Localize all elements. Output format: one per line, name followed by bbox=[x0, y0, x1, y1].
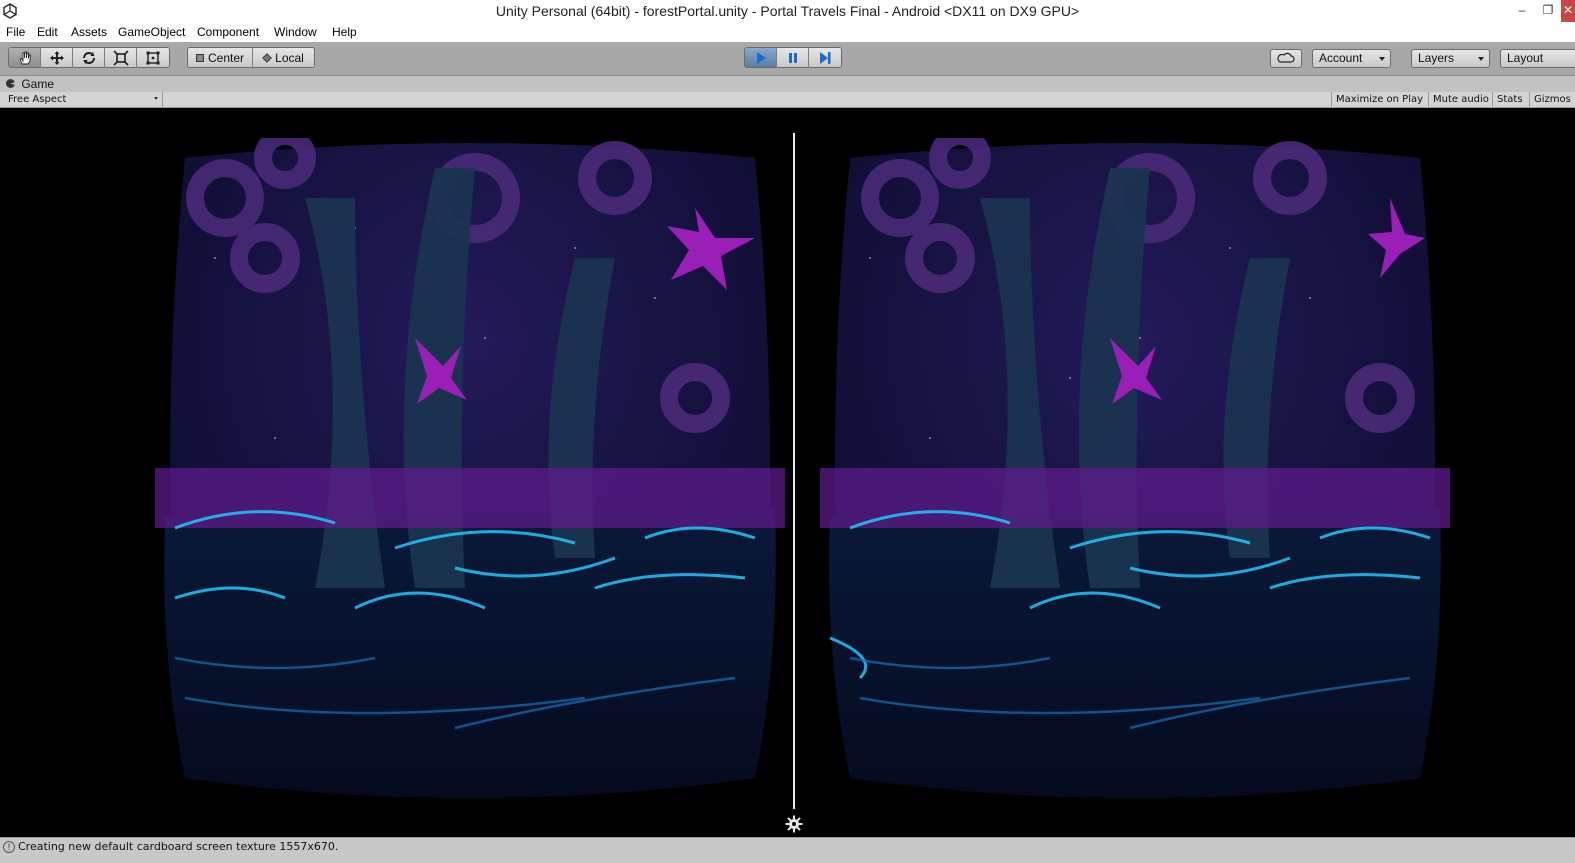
info-icon: ! bbox=[3, 841, 15, 853]
close-button[interactable]: ✕ bbox=[1561, 0, 1575, 22]
pivot-toggles: Center Local bbox=[187, 47, 315, 68]
scale-icon bbox=[112, 49, 129, 66]
pause-icon bbox=[788, 52, 797, 63]
game-pacman-icon bbox=[6, 79, 15, 88]
aspect-label: Free Aspect bbox=[8, 94, 67, 105]
menu-window[interactable]: Window bbox=[274, 25, 317, 39]
local-cube-icon bbox=[262, 52, 272, 63]
account-chevron-down-icon bbox=[1379, 57, 1385, 61]
stats-toggle[interactable]: Stats bbox=[1492, 92, 1527, 107]
pause-button[interactable] bbox=[777, 48, 809, 67]
gizmos-dropdown[interactable]: Gizmos bbox=[1529, 92, 1575, 107]
minimize-button[interactable]: – bbox=[1509, 0, 1535, 22]
window-titlebar: Unity Personal (64bit) - forestPortal.un… bbox=[0, 0, 1575, 22]
main-toolbar: Center Local Account Layers Layout bbox=[0, 42, 1575, 76]
play-icon bbox=[756, 51, 766, 64]
maximize-on-play-toggle[interactable]: Maximize on Play bbox=[1331, 92, 1427, 107]
menu-gameobject[interactable]: GameObject bbox=[118, 25, 185, 39]
step-button[interactable] bbox=[809, 48, 841, 67]
status-bar: ! Creating new default cardboard screen … bbox=[0, 837, 1575, 863]
pivot-icon bbox=[195, 53, 204, 62]
hand-icon bbox=[18, 51, 31, 64]
play-controls bbox=[744, 47, 842, 68]
account-dropdown[interactable]: Account bbox=[1312, 49, 1391, 68]
move-tool-button[interactable] bbox=[41, 48, 73, 67]
pivot-local-label: Local bbox=[275, 50, 304, 65]
layers-dropdown[interactable]: Layers bbox=[1411, 49, 1490, 68]
layout-label: Layout bbox=[1507, 51, 1544, 65]
account-label: Account bbox=[1319, 51, 1363, 65]
move-icon bbox=[49, 50, 64, 65]
play-button[interactable] bbox=[745, 48, 777, 67]
stereo-divider-line bbox=[793, 133, 795, 809]
scale-tool-button[interactable] bbox=[105, 48, 137, 67]
rotate-tool-button[interactable] bbox=[73, 48, 105, 67]
menu-edit[interactable]: Edit bbox=[37, 25, 58, 39]
cloud-button[interactable] bbox=[1270, 49, 1302, 68]
cloud-icon bbox=[1277, 52, 1295, 63]
tab-game[interactable]: Game bbox=[6, 77, 54, 91]
status-message[interactable]: Creating new default cardboard screen te… bbox=[18, 840, 338, 853]
game-tab-bar: Game bbox=[0, 76, 1575, 92]
menu-assets[interactable]: Assets bbox=[71, 25, 107, 39]
game-view-toolbar: Free Aspect Maximize on Play Mute audio … bbox=[0, 92, 1575, 108]
pivot-local-button[interactable]: Local bbox=[253, 48, 314, 67]
menu-component[interactable]: Component bbox=[197, 25, 259, 39]
mute-audio-toggle[interactable]: Mute audio bbox=[1428, 92, 1493, 107]
rotate-icon bbox=[82, 51, 95, 64]
pivot-center-button[interactable]: Center bbox=[188, 48, 253, 67]
tab-game-label: Game bbox=[21, 77, 55, 91]
layers-chevron-down-icon bbox=[1478, 57, 1484, 61]
layout-dropdown[interactable]: Layout bbox=[1500, 49, 1575, 68]
left-eye-render bbox=[155, 138, 785, 798]
rect-icon bbox=[146, 51, 160, 64]
window-title: Unity Personal (64bit) - forestPortal.un… bbox=[495, 3, 1080, 19]
hand-tool-button[interactable] bbox=[9, 48, 41, 67]
settings-gear-icon[interactable] bbox=[785, 815, 803, 833]
aspect-dropdown[interactable]: Free Aspect bbox=[0, 92, 163, 107]
menu-bar: File Edit Assets GameObject Component Wi… bbox=[0, 22, 1575, 42]
restore-button[interactable]: ❐ bbox=[1535, 0, 1561, 22]
right-eye-render bbox=[820, 138, 1450, 798]
transform-tools bbox=[8, 47, 170, 68]
pivot-center-label: Center bbox=[207, 50, 245, 65]
step-icon bbox=[820, 51, 831, 64]
rect-tool-button[interactable] bbox=[137, 48, 169, 67]
game-viewport[interactable] bbox=[0, 108, 1575, 833]
menu-file[interactable]: File bbox=[6, 25, 25, 39]
aspect-chevron-down-icon bbox=[154, 97, 158, 100]
menu-help[interactable]: Help bbox=[332, 25, 357, 39]
layers-label: Layers bbox=[1418, 51, 1455, 65]
